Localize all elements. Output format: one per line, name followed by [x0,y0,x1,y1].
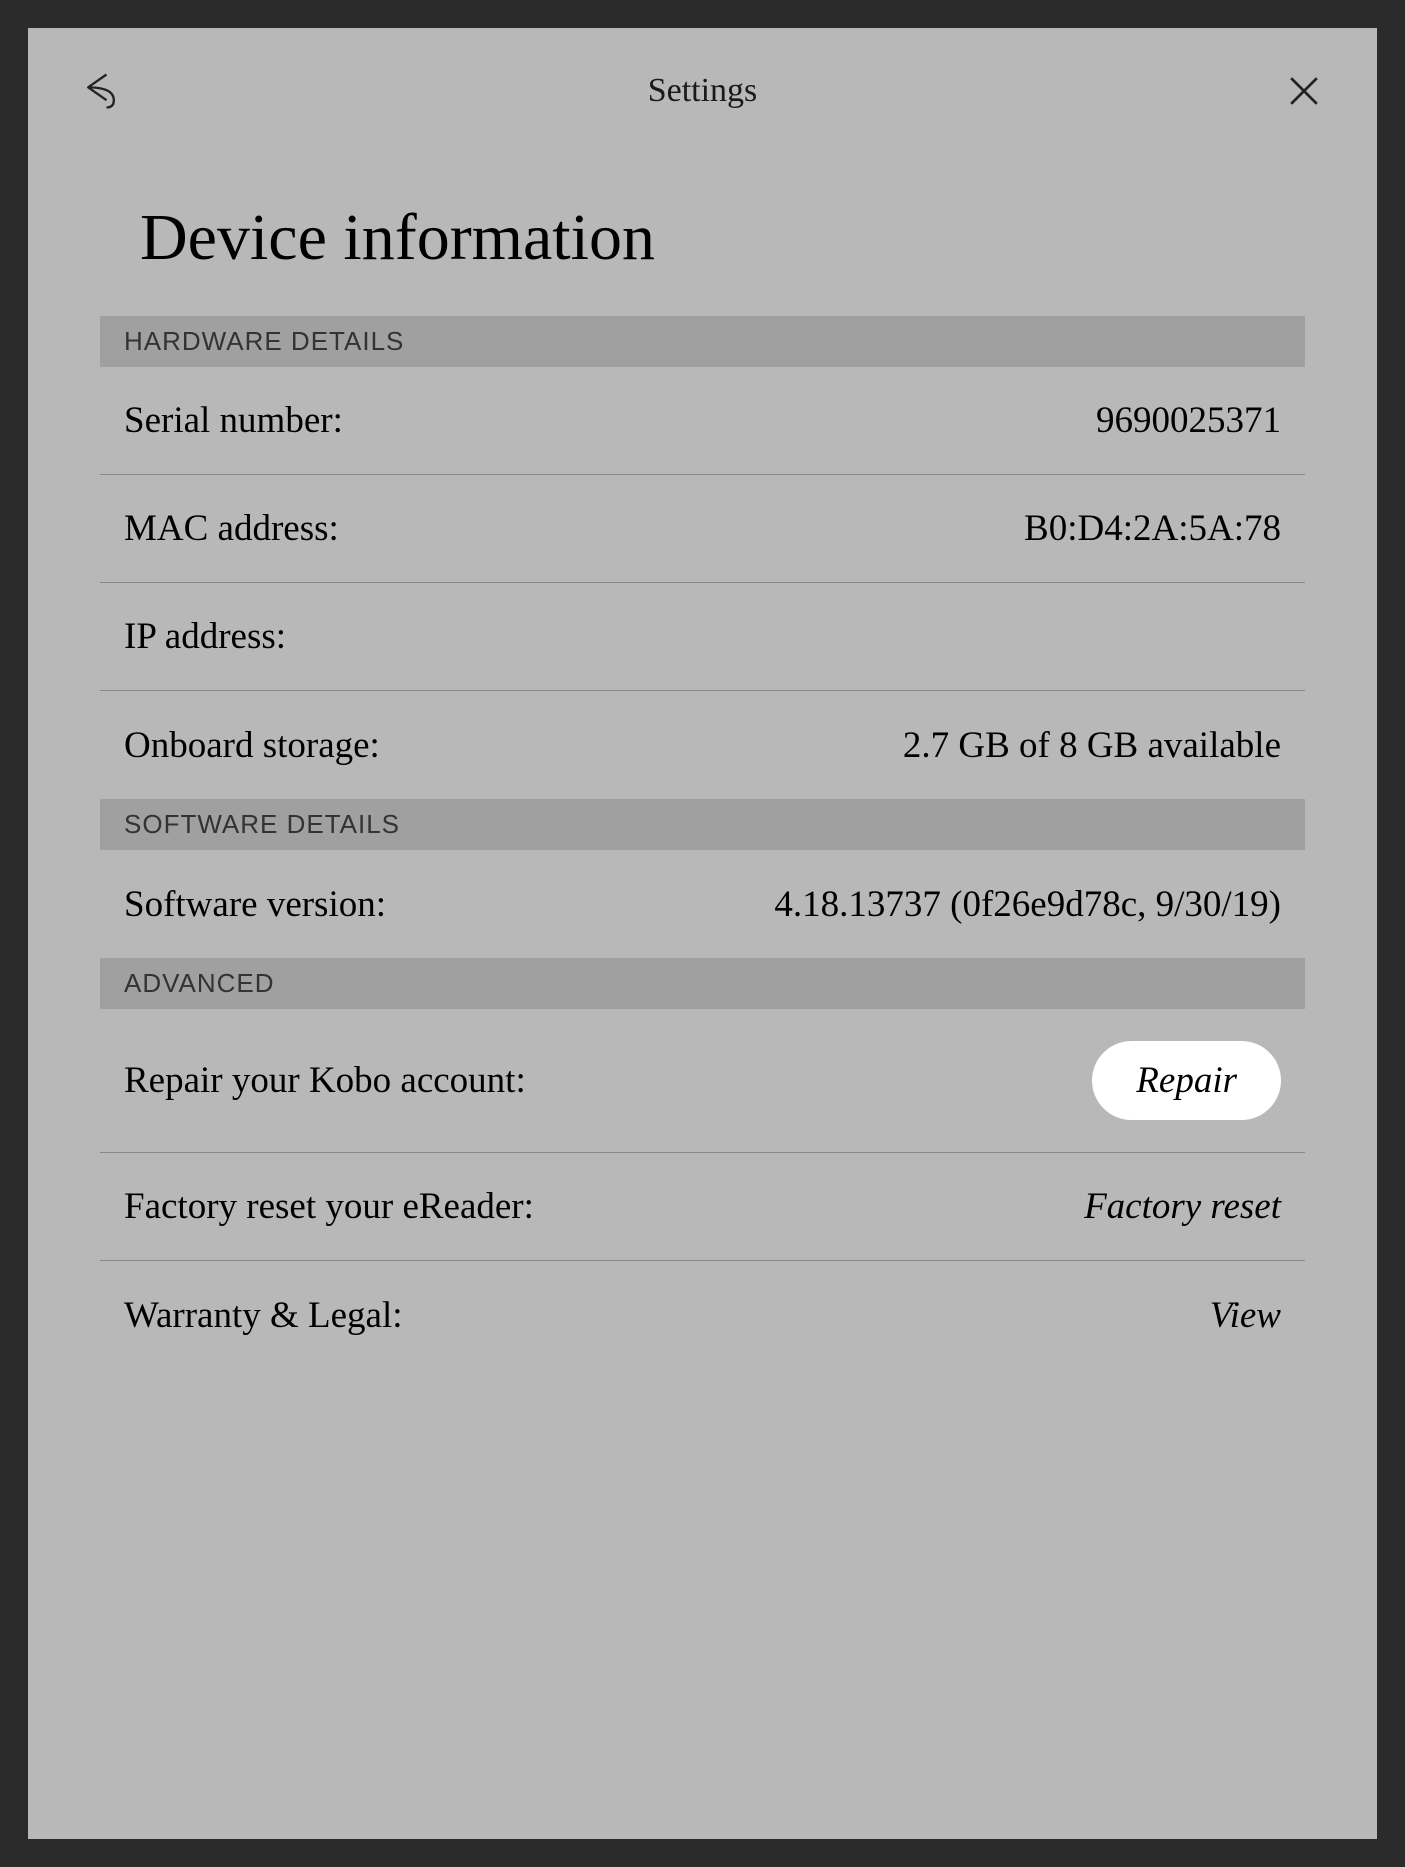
page-title: Device information [140,200,1305,276]
hardware-section-header: HARDWARE DETAILS [100,316,1305,367]
warranty-view-button[interactable]: View [1210,1294,1281,1337]
header-bar: Settings [28,28,1377,144]
storage-row: Onboard storage: 2.7 GB of 8 GB availabl… [100,691,1305,799]
back-icon[interactable] [76,66,126,116]
device-info-screen: Settings Device information HARDWARE DET… [28,28,1377,1839]
repair-row: Repair your Kobo account: Repair [100,1009,1305,1153]
ip-row: IP address: [100,583,1305,691]
warranty-row: Warranty & Legal: View [100,1261,1305,1369]
close-icon[interactable] [1279,66,1329,116]
mac-row: MAC address: B0:D4:2A:5A:78 [100,475,1305,583]
repair-button[interactable]: Repair [1092,1041,1281,1120]
content-area: Device information HARDWARE DETAILS Seri… [28,144,1377,1369]
storage-value: 2.7 GB of 8 GB available [903,724,1281,767]
serial-value: 9690025371 [1096,399,1281,442]
advanced-section-header: ADVANCED [100,958,1305,1009]
serial-row: Serial number: 9690025371 [100,367,1305,475]
ip-label: IP address: [124,615,286,658]
factory-reset-label: Factory reset your eReader: [124,1185,534,1228]
warranty-label: Warranty & Legal: [124,1294,403,1337]
version-label: Software version: [124,883,386,926]
mac-label: MAC address: [124,507,339,550]
header-title: Settings [126,72,1279,110]
factory-reset-button[interactable]: Factory reset [1084,1185,1281,1228]
version-row: Software version: 4.18.13737 (0f26e9d78c… [100,850,1305,958]
mac-value: B0:D4:2A:5A:78 [1024,507,1281,550]
repair-label: Repair your Kobo account: [124,1059,526,1102]
version-value: 4.18.13737 (0f26e9d78c, 9/30/19) [774,883,1281,926]
serial-label: Serial number: [124,399,343,442]
storage-label: Onboard storage: [124,724,380,767]
software-section-header: SOFTWARE DETAILS [100,799,1305,850]
factory-reset-row: Factory reset your eReader: Factory rese… [100,1153,1305,1261]
